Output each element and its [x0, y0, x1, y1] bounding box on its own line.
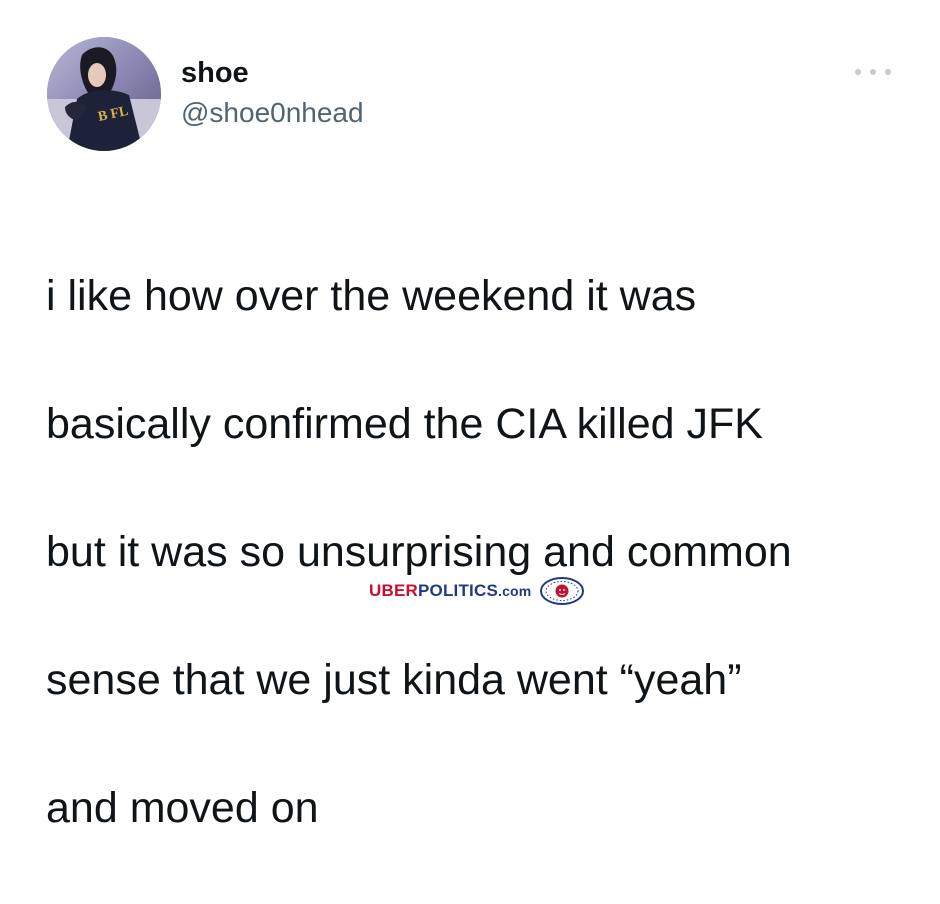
watermark-text-part3: .com [497, 583, 532, 599]
tweet-text-line: basically confirmed the CIA killed JFK [46, 400, 763, 448]
tweet-text-line: sense that we just kinda went “yeah” [46, 656, 742, 704]
tweet-text-line: and moved on [46, 784, 319, 832]
ellipsis-icon [870, 69, 876, 75]
ellipsis-icon [885, 69, 891, 75]
watermark-text-part1: UBER [369, 581, 418, 600]
ellipsis-icon [855, 69, 861, 75]
tweet-text: i like how over the weekend it was basic… [46, 200, 916, 904]
display-name[interactable]: shoe [181, 55, 364, 91]
watermark-text-part2: POLITICS [417, 581, 498, 600]
avatar[interactable]: B FL [47, 37, 161, 151]
tweet-text-line: i like how over the weekend it was [46, 272, 697, 320]
user-block: shoe @shoe0nhead [181, 55, 364, 131]
watermark-text: UBERPOLITICS.com [369, 581, 531, 601]
user-handle[interactable]: @shoe0nhead [181, 95, 364, 131]
more-options-button[interactable] [855, 60, 891, 84]
avatar-image: B FL [47, 37, 161, 151]
lion-seal-icon [539, 576, 585, 606]
tweet-card: B FL shoe @shoe0nhead i like how over th… [0, 0, 940, 832]
